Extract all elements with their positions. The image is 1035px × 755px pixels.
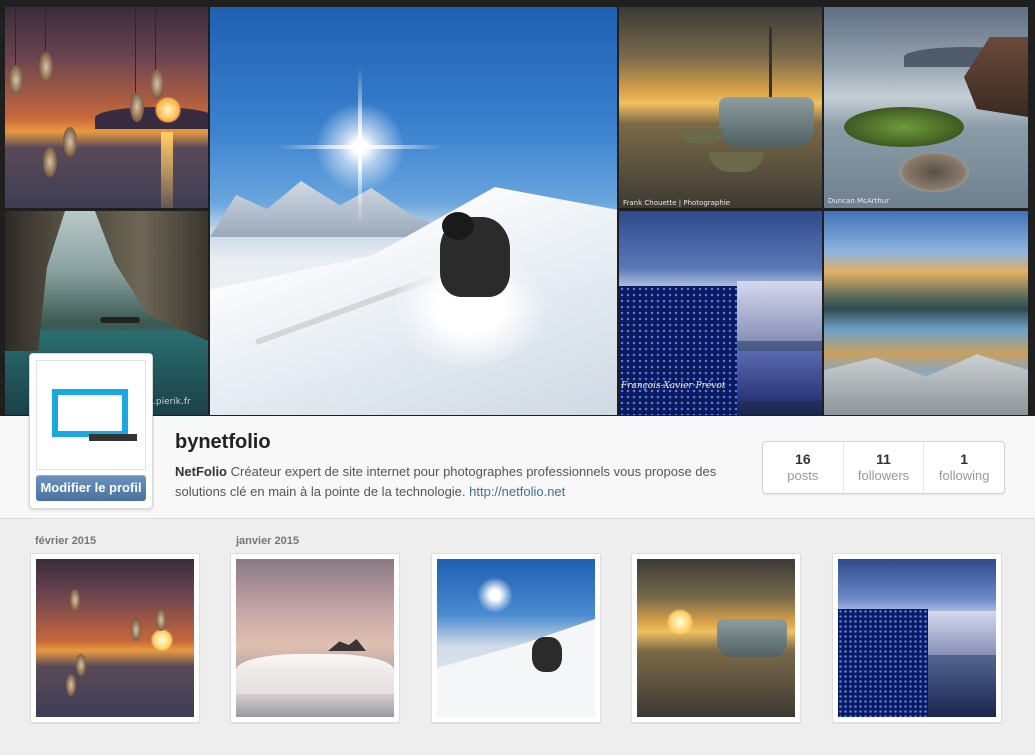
skier-helmet bbox=[442, 212, 474, 240]
building bbox=[928, 611, 996, 655]
feather bbox=[150, 69, 164, 99]
post-thumbnail[interactable] bbox=[230, 553, 400, 723]
fishing-boat bbox=[719, 97, 814, 147]
mucem-cube bbox=[619, 286, 737, 415]
boat-mast bbox=[769, 27, 772, 102]
skier bbox=[532, 637, 562, 672]
photo-credit: .pierik.fr bbox=[153, 397, 191, 407]
mountain-peak bbox=[328, 639, 366, 651]
bio-name: NetFolio bbox=[175, 464, 227, 479]
sun bbox=[477, 577, 513, 613]
snow-slope bbox=[437, 619, 595, 717]
cover-photo-mountain-lake[interactable] bbox=[824, 211, 1028, 415]
cover-mosaic: Frank Chouette | Photographie Duncan McA… bbox=[0, 0, 1035, 416]
photo-credit: Duncan McArthur bbox=[828, 197, 890, 205]
post-image-sunset-feathers bbox=[36, 559, 194, 717]
post-thumbnail[interactable] bbox=[431, 553, 601, 723]
stat-following-label: following bbox=[938, 468, 990, 483]
profile-bio: NetFolio Créateur expert de site interne… bbox=[175, 462, 745, 502]
cover-photo-marseille[interactable]: François-Xavier Prévot bbox=[619, 211, 822, 415]
stat-followers-count: 11 bbox=[876, 451, 891, 467]
month-label: février 2015 bbox=[35, 535, 97, 547]
avatar[interactable] bbox=[36, 360, 146, 470]
post-image-cloud-sea bbox=[236, 559, 394, 717]
cover-photo-sunset-feathers[interactable] bbox=[5, 7, 208, 208]
feather bbox=[70, 589, 80, 611]
feather bbox=[9, 65, 23, 95]
fishing-boat bbox=[717, 619, 787, 657]
building bbox=[737, 281, 822, 341]
feather bbox=[156, 609, 166, 631]
stat-posts-label: posts bbox=[787, 468, 819, 483]
dinghy bbox=[709, 152, 764, 172]
stat-posts-count: 16 bbox=[795, 451, 811, 467]
cover-photo-harbor[interactable]: Frank Chouette | Photographie bbox=[619, 7, 822, 208]
water-basin bbox=[737, 351, 822, 401]
feather bbox=[131, 619, 141, 641]
netfolio-logo-bar bbox=[89, 434, 137, 441]
granite-rocks bbox=[824, 354, 1028, 415]
feather bbox=[76, 654, 86, 676]
feather-string bbox=[45, 7, 46, 57]
feather bbox=[63, 127, 77, 157]
stat-following-count: 1 bbox=[960, 451, 969, 467]
post-image-harbor-boat bbox=[637, 559, 795, 717]
cliff-left bbox=[5, 211, 65, 351]
sun-ray bbox=[280, 145, 440, 149]
feather bbox=[39, 52, 53, 82]
avatar-card: Modifier le profil bbox=[29, 353, 153, 509]
photo-credit: François-Xavier Prévot bbox=[621, 381, 726, 391]
mucem-cube bbox=[838, 609, 928, 717]
bio-text: Créateur expert de site internet pour ph… bbox=[175, 464, 717, 499]
netfolio-logo-frame bbox=[52, 389, 128, 437]
cliff-right bbox=[94, 211, 208, 341]
sun-reflection bbox=[161, 132, 173, 208]
post-image-marseille-night bbox=[838, 559, 996, 717]
stat-following[interactable]: 1 following bbox=[924, 442, 1004, 493]
sun bbox=[667, 609, 693, 635]
tide-pool bbox=[899, 152, 969, 192]
post-thumbnail[interactable] bbox=[631, 553, 801, 723]
feather-string bbox=[135, 7, 136, 97]
post-thumbnail[interactable] bbox=[832, 553, 1002, 723]
sun bbox=[151, 629, 173, 651]
cloud-sea bbox=[236, 654, 394, 694]
sun bbox=[155, 97, 181, 123]
cover-photo-skier[interactable] bbox=[210, 7, 617, 415]
stat-posts[interactable]: 16 posts bbox=[763, 442, 844, 493]
cover-photo-rocky-coast[interactable]: Duncan McArthur bbox=[824, 7, 1028, 208]
moss-rock bbox=[844, 107, 964, 147]
feather bbox=[43, 147, 57, 177]
month-label: janvier 2015 bbox=[236, 535, 299, 547]
photo-credit: Frank Chouette | Photographie bbox=[623, 199, 731, 207]
feather-string bbox=[155, 7, 156, 77]
stat-followers[interactable]: 11 followers bbox=[844, 442, 925, 493]
feather-string bbox=[15, 7, 16, 67]
post-thumbnail[interactable] bbox=[30, 553, 200, 723]
edit-profile-button[interactable]: Modifier le profil bbox=[36, 475, 146, 501]
feather bbox=[66, 674, 76, 696]
feather bbox=[130, 92, 144, 122]
small-boat bbox=[100, 317, 140, 323]
post-image-skier bbox=[437, 559, 595, 717]
bio-website-link[interactable]: http://netfolio.net bbox=[469, 484, 565, 499]
profile-stats: 16 posts 11 followers 1 following bbox=[762, 441, 1005, 494]
dinghy bbox=[679, 129, 724, 143]
mountain-silhouette bbox=[95, 107, 208, 129]
stat-followers-label: followers bbox=[857, 468, 910, 483]
profile-username: bynetfolio bbox=[175, 431, 271, 453]
